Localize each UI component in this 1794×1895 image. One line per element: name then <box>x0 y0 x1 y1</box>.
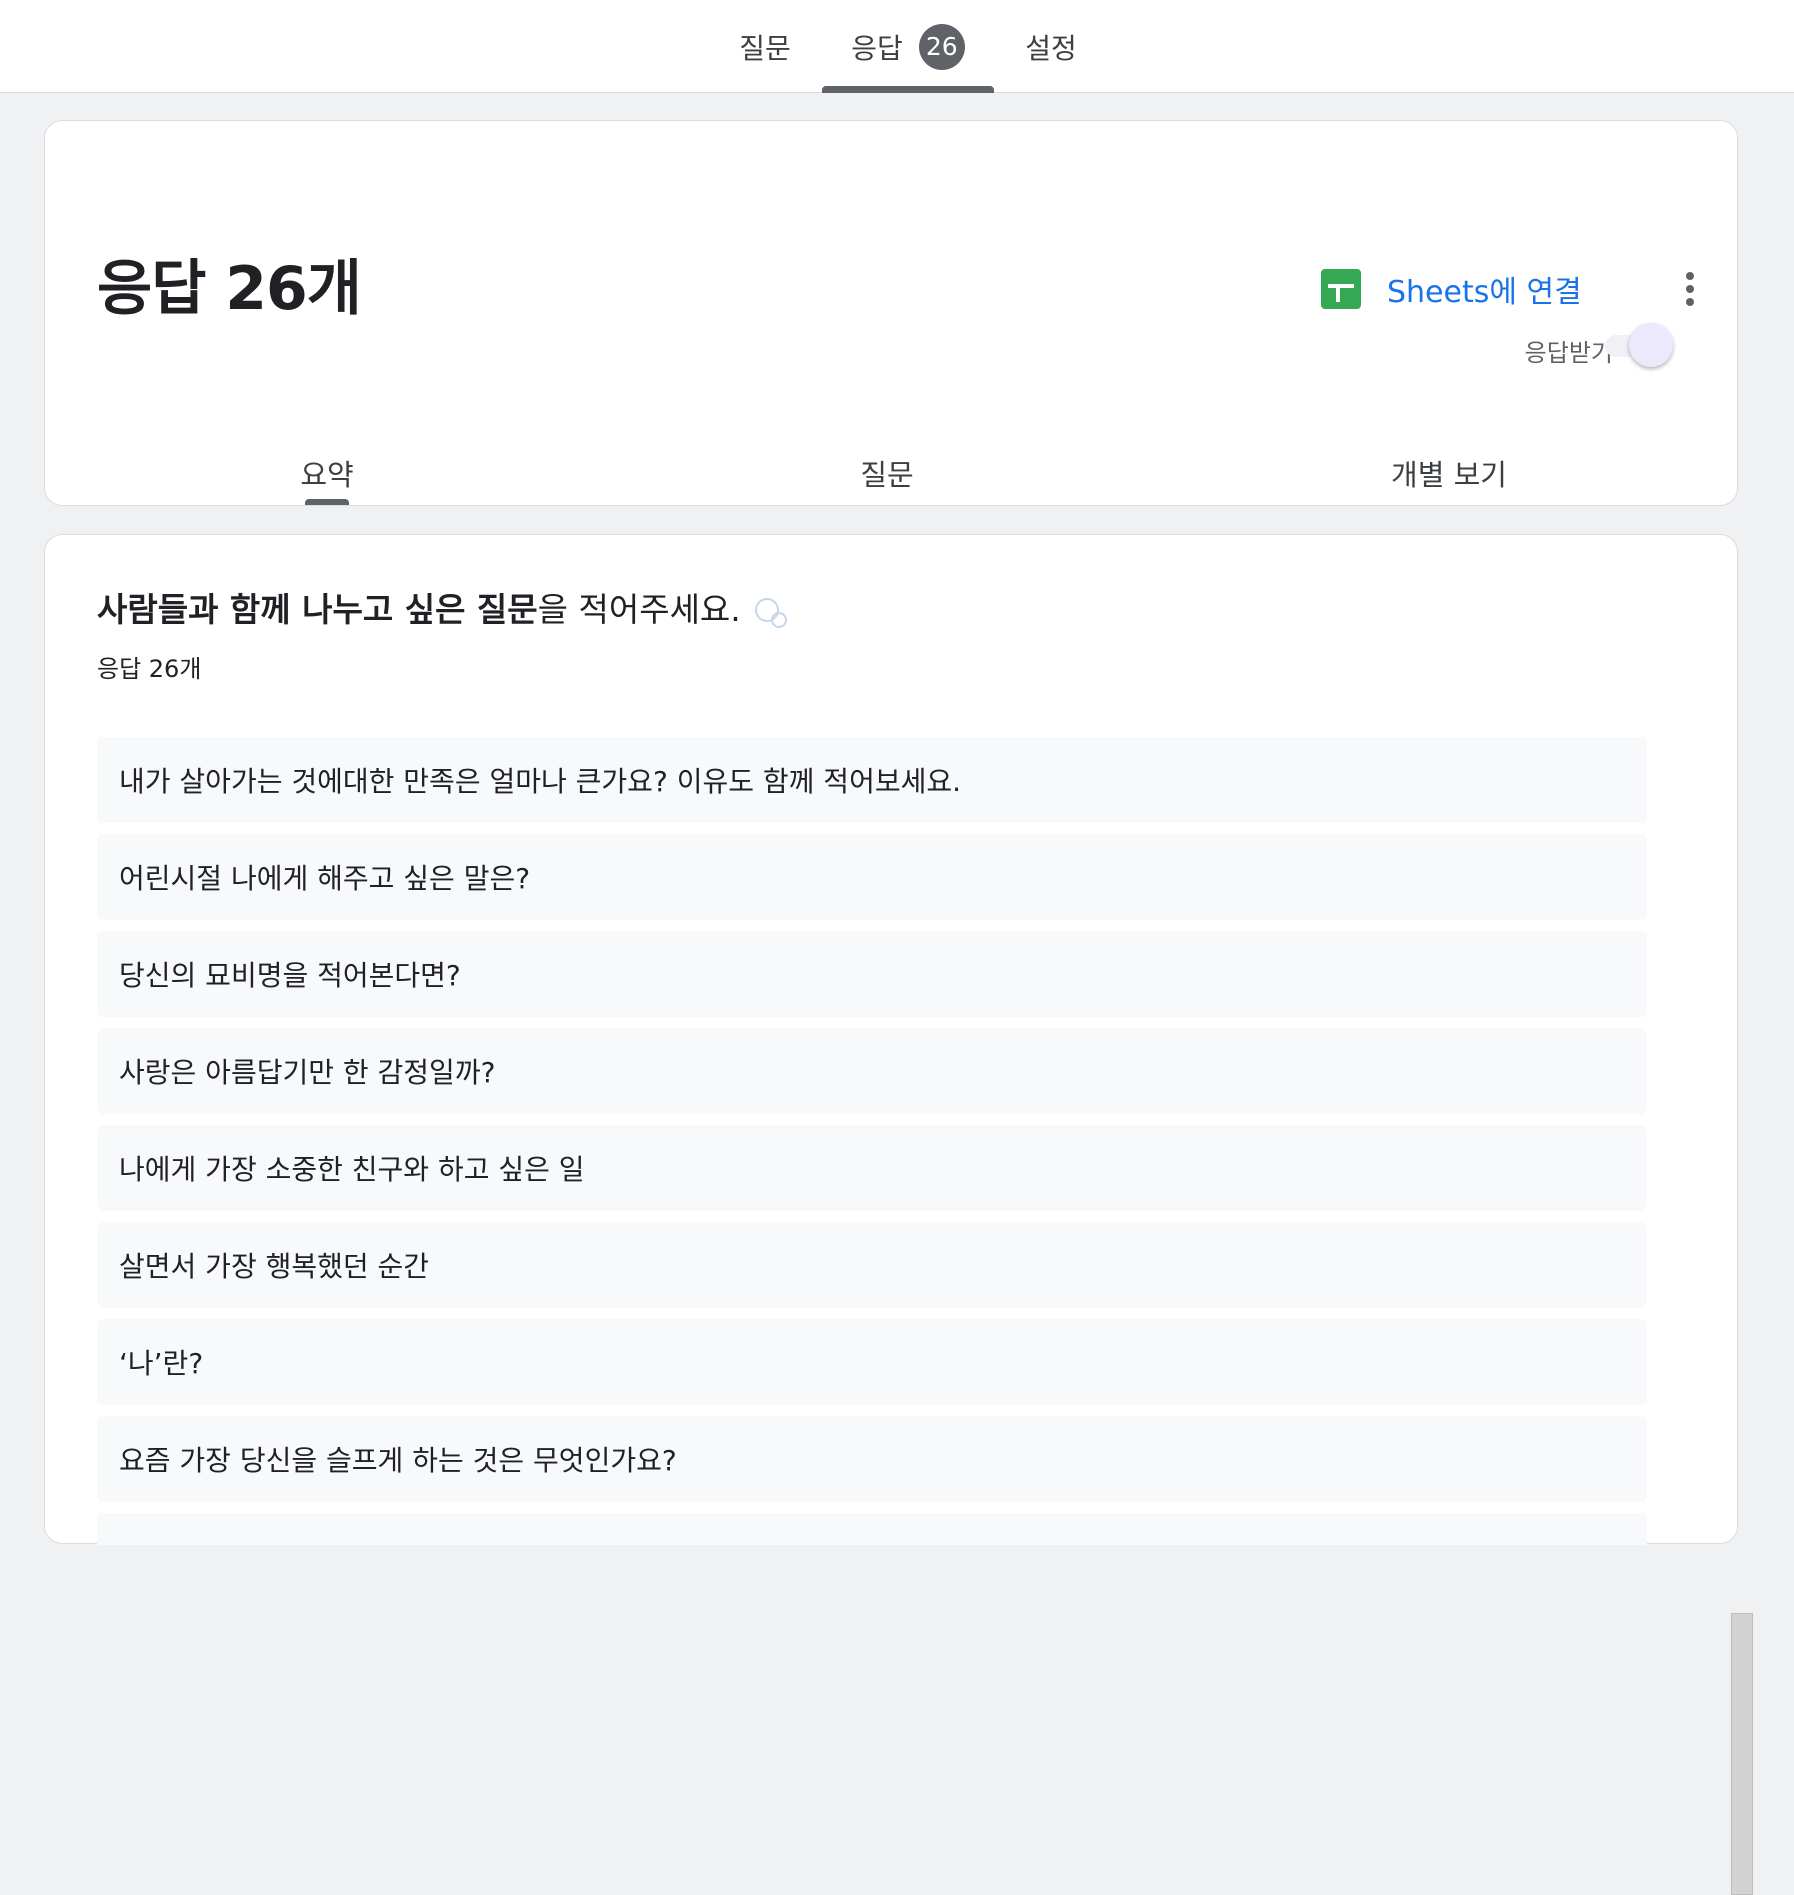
answer-item: 어린시절 나에게 해주고 싶은 말은? <box>97 834 1647 920</box>
answer-item <box>97 1513 1647 1545</box>
answer-list-scrollbar[interactable] <box>1731 1613 1753 1895</box>
more-vert-icon <box>1686 272 1694 280</box>
summary-tab-indicator <box>305 499 349 505</box>
tab-questions[interactable]: 질문 <box>720 0 810 93</box>
top-navigation: 질문 응답 26 설정 <box>0 0 1794 93</box>
question-title-rest: 을 적어주세요. <box>537 590 741 629</box>
responses-header-card: 응답 26개 Sheets에 연결 응답받기 요약 질문 개별 보기 <box>44 120 1738 506</box>
link-to-sheets-button[interactable]: Sheets에 연결 <box>1321 267 1582 311</box>
answer-list: 내가 살아가는 것에대한 만족은 얼마나 큰가요? 이유도 함께 적어보세요. … <box>97 737 1647 1545</box>
tab-responses-label: 응답 <box>851 31 903 65</box>
responses-count-badge: 26 <box>918 23 965 70</box>
question-title-bold: 사람들과 함께 나누고 싶은 질문 <box>97 590 538 629</box>
answer-item: 사랑은 아름답기만 한 감정일까? <box>97 1028 1647 1114</box>
tab-settings[interactable]: 설정 <box>1006 0 1096 93</box>
tab-summary-label: 요약 <box>300 458 354 492</box>
active-tab-indicator <box>822 86 994 93</box>
tab-summary[interactable]: 요약 <box>187 439 467 505</box>
answer-item: 나에게 가장 소중한 친구와 하고 싶은 일 <box>97 1125 1647 1211</box>
answer-item: 요즘 가장 당신을 슬프게 하는 것은 무엇인가요? <box>97 1416 1647 1502</box>
question-response-count: 응답 26개 <box>97 655 202 683</box>
more-options-button[interactable] <box>1665 264 1715 314</box>
tab-individual-label: 개별 보기 <box>1391 458 1507 492</box>
answer-item: ‘나’란? <box>97 1319 1647 1405</box>
question-summary-card: 사람들과 함께 나누고 싶은 질문을 적어주세요. 응답 26개 내가 살아가는… <box>44 534 1753 1895</box>
accepting-responses-toggle[interactable] <box>1601 321 1679 369</box>
toggle-thumb <box>1629 323 1673 367</box>
sheets-icon <box>1321 269 1361 309</box>
accepting-responses-label: 응답받기 <box>1524 339 1613 367</box>
bubbles-emoji-icon <box>751 596 791 628</box>
link-to-sheets-label: Sheets에 연결 <box>1387 275 1582 310</box>
question-title: 사람들과 함께 나누고 싶은 질문을 적어주세요. <box>97 583 791 631</box>
tab-question-label: 질문 <box>860 458 914 492</box>
tab-individual[interactable]: 개별 보기 <box>1309 439 1589 505</box>
answer-item: 내가 살아가는 것에대한 만족은 얼마나 큰가요? 이유도 함께 적어보세요. <box>97 737 1647 823</box>
tab-question[interactable]: 질문 <box>747 439 1027 505</box>
answer-item: 당신의 묘비명을 적어본다면? <box>97 931 1647 1017</box>
responses-title: 응답 26개 <box>97 254 362 324</box>
answer-item: 살면서 가장 행복했던 순간 <box>97 1222 1647 1308</box>
tab-questions-label: 질문 <box>739 31 791 65</box>
tab-settings-label: 설정 <box>1025 31 1077 65</box>
tab-responses[interactable]: 응답 26 <box>822 0 994 93</box>
